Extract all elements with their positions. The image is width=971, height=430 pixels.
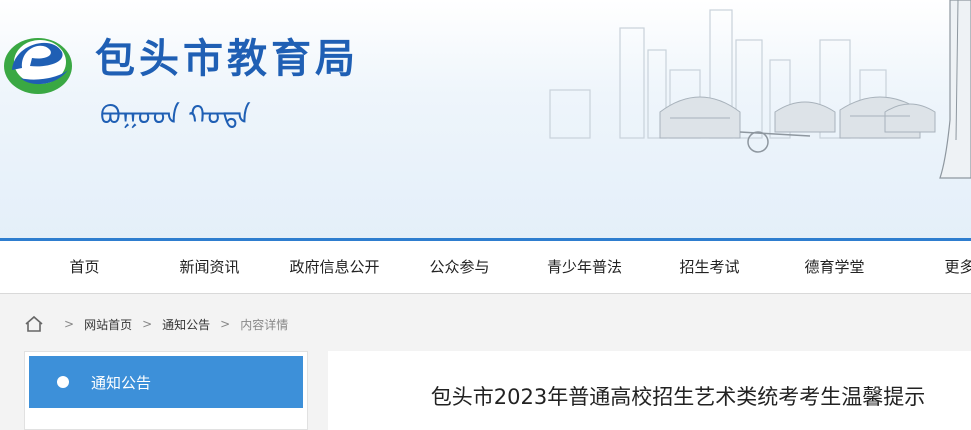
breadcrumb-separator-icon: > [142, 317, 153, 331]
breadcrumb-current: 内容详情 [240, 317, 289, 332]
sidebar-item-label: 通知公告 [91, 373, 152, 392]
article-title: 包头市2023年普通高校招生艺术类统考考生温馨提示 [430, 385, 926, 409]
nav-item-government-info[interactable]: 政府信息公开 [272, 241, 397, 293]
breadcrumb-notices-link[interactable]: 通知公告 [162, 316, 210, 333]
sidebar-item-notices[interactable]: 通知公告 [29, 356, 303, 408]
nav-item-more[interactable]: 更多 [897, 241, 971, 293]
breadcrumb: > 网站首页 > 通知公告 > 内容详情 [24, 314, 288, 334]
sidebar: 通知公告 [24, 351, 308, 430]
home-icon[interactable] [24, 315, 44, 333]
mongolian-site-title: ᠪᠣᠭᠣᠳ ᠬᠣᠲᠠ [100, 101, 251, 131]
city-skyline-illustration [549, 0, 971, 179]
bureau-logo-icon[interactable] [0, 22, 80, 102]
bullet-dot-icon [57, 376, 69, 388]
header-banner: 包头市教育局 ᠪᠣᠭᠣᠳ ᠬᠣᠲᠠ [0, 0, 971, 238]
nav-item-home[interactable]: 首页 [22, 241, 147, 293]
breadcrumb-separator-icon: > [64, 317, 75, 331]
nav-item-news[interactable]: 新闻资讯 [147, 241, 272, 293]
nav-item-moral-education[interactable]: 德育学堂 [772, 241, 897, 293]
nav-item-admissions[interactable]: 招生考试 [647, 241, 772, 293]
site-title: 包头市教育局 [95, 36, 359, 82]
main-nav: 首页 新闻资讯 政府信息公开 公众参与 青少年普法 招生考试 德育学堂 更多 [0, 241, 971, 294]
nav-item-public-participation[interactable]: 公众参与 [397, 241, 522, 293]
breadcrumb-separator-icon: > [220, 317, 231, 331]
nav-item-youth-law[interactable]: 青少年普法 [522, 241, 647, 293]
article-panel: 包头市2023年普通高校招生艺术类统考考生温馨提示 [328, 351, 971, 430]
breadcrumb-home-link[interactable]: 网站首页 [84, 316, 132, 333]
